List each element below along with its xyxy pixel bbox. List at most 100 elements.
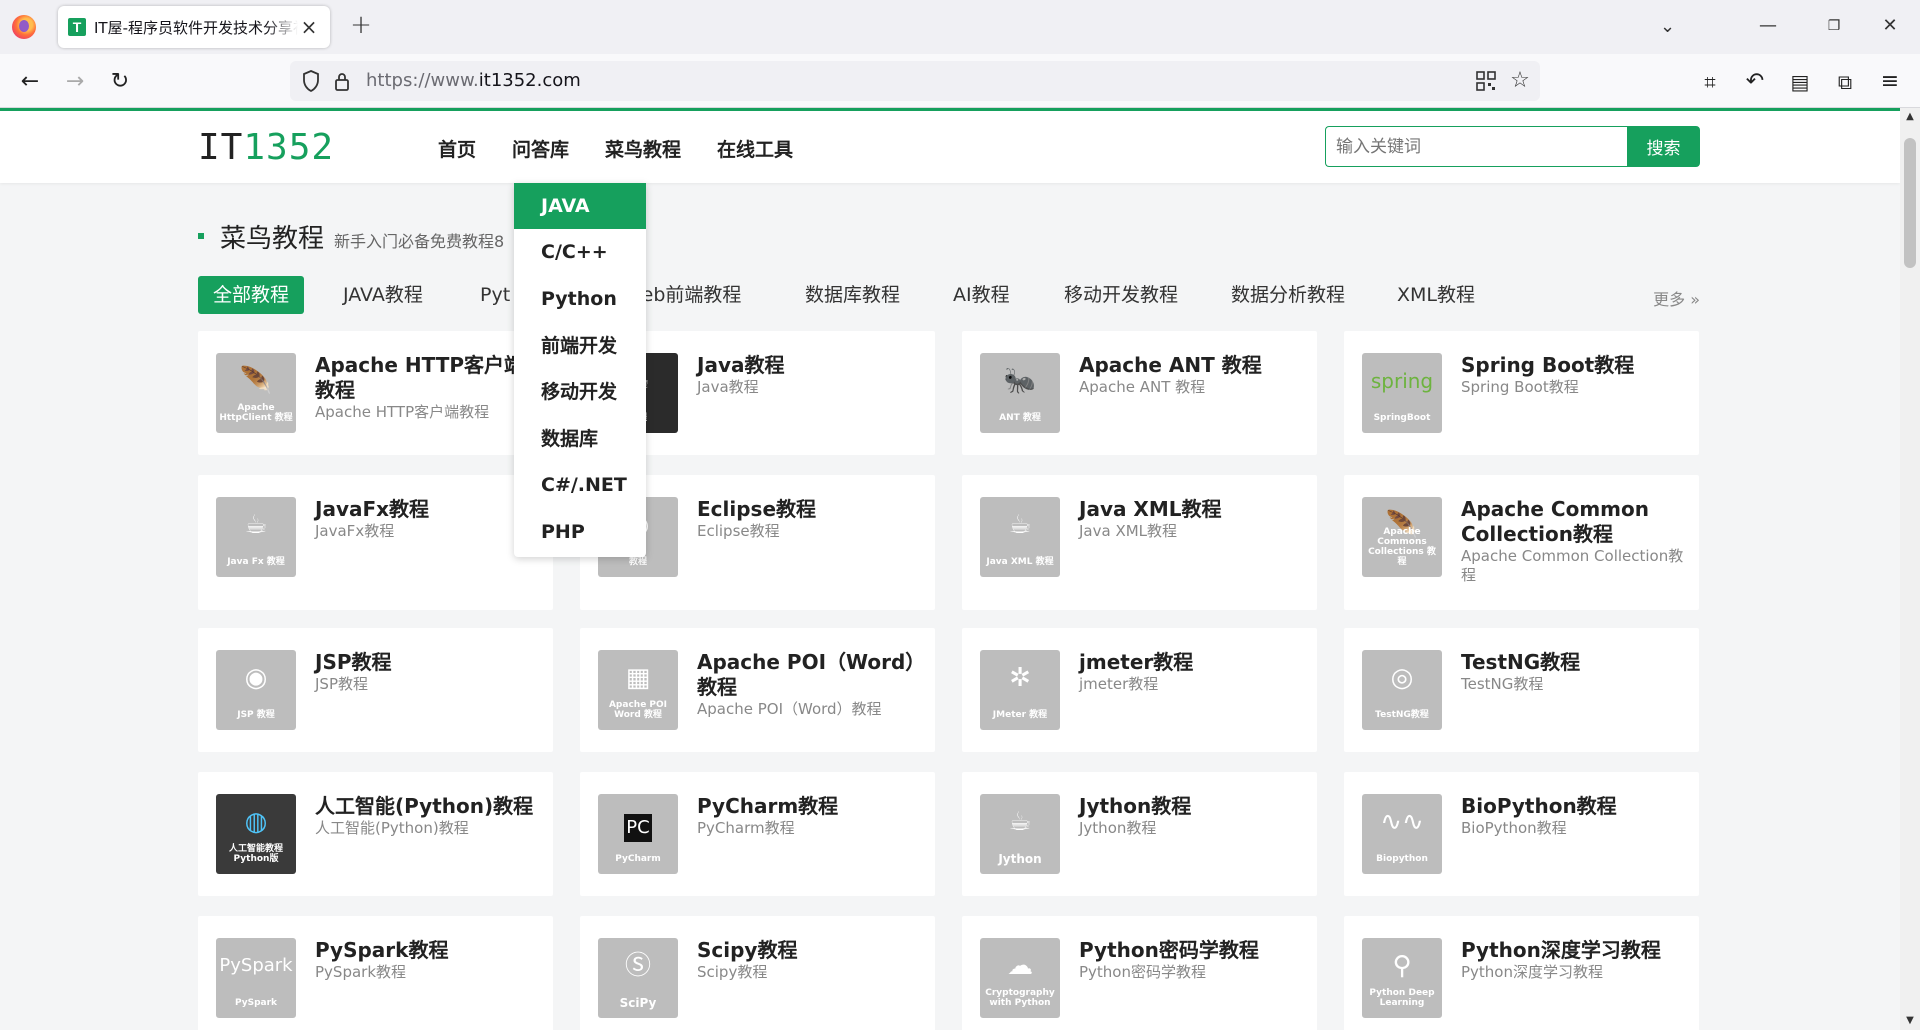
page-scrollbar[interactable]: ▲ ▼ [1900,108,1920,1030]
site-logo[interactable]: IT1352 [198,127,334,168]
menu-item-mobile[interactable]: 移动开发 [514,369,646,415]
search-button[interactable]: 搜索 [1627,126,1700,167]
filter-mobile[interactable]: 移动开发教程 [1064,276,1178,314]
url-bar[interactable]: https://www.it1352.com ☆ [290,61,1540,101]
filter-xml[interactable]: XML教程 [1397,276,1475,314]
reload-icon[interactable]: ↻ [105,67,135,97]
close-tab-icon[interactable]: × [298,16,320,38]
tutorial-card[interactable]: 🐜 ANT 教程 Apache ANT 教程 Apache ANT 教程 [962,331,1317,455]
undo-icon[interactable]: ↶ [1740,67,1770,97]
menu-item-java[interactable]: JAVA [514,183,646,229]
tutorial-card[interactable]: ◎ TestNG教程 TestNG教程 TestNG教程 [1344,628,1699,752]
main-nav: 首页 问答库 菜鸟教程 在线工具 [438,135,793,162]
tutorial-card[interactable]: Ⓢ SciPy Scipy教程 Scipy教程 [580,916,935,1030]
card-desc: Eclipse教程 [697,522,780,540]
tutorial-card[interactable]: ∿∿ Biopython BioPython教程 BioPython教程 [1344,772,1699,896]
card-desc: Apache Common Collection教程 [1461,547,1684,584]
tutorial-card[interactable]: ☕ Java XML 教程 Java XML教程 Java XML教程 [962,475,1317,610]
card-title[interactable]: Spring Boot教程 [1461,353,1686,378]
card-title[interactable]: PyCharm教程 [697,794,922,819]
card-title[interactable]: Apache Common Collection教程 [1461,497,1686,547]
more-link[interactable]: 更多 » [1653,286,1700,310]
scroll-down-icon[interactable]: ▼ [1900,1012,1920,1030]
forward-icon[interactable]: → [60,67,90,97]
list-tabs-icon[interactable]: ⌄ [1660,16,1675,37]
card-title[interactable]: Java XML教程 [1079,497,1304,522]
card-title[interactable]: JavaFx教程 [315,497,540,522]
screenshot-icon[interactable]: ⌗ [1695,67,1725,97]
filter-ai[interactable]: AI教程 [953,276,1010,314]
card-desc: Python密码学教程 [1079,963,1206,981]
filter-database[interactable]: 数据库教程 [805,276,900,314]
filter-all[interactable]: 全部教程 [198,276,305,314]
card-title[interactable]: Scipy教程 [697,938,922,963]
tutorial-card[interactable]: ◍ 人工智能教程 Python版 人工智能(Python)教程 人工智能(Pyth… [198,772,553,896]
url-text[interactable]: https://www.it1352.com [366,70,581,91]
firefox-icon[interactable] [12,15,36,39]
nav-qa[interactable]: 问答库 [512,135,569,162]
card-title[interactable]: PySpark教程 [315,938,540,963]
scroll-up-icon[interactable]: ▲ [1900,108,1920,126]
tutorial-card[interactable]: spring SpringBoot Spring Boot教程 Spring Bo… [1344,331,1699,455]
menu-item-database[interactable]: 数据库 [514,416,646,462]
menu-item-php[interactable]: PHP [514,509,646,555]
back-icon[interactable]: ← [15,67,45,97]
card-title[interactable]: Eclipse教程 [697,497,922,522]
pyspark-icon: PySpark PySpark [216,938,296,1018]
tutorial-card[interactable]: 🪶 Apache HttpClient 教程 Apache HTTP客户端教程 A… [198,331,553,455]
coffee-icon: ☕ Java Fx 教程 [216,497,296,577]
tutorial-card[interactable]: ✲ JMeter 教程 jmeter教程 jmeter教程 [962,628,1317,752]
menu-item-frontend[interactable]: 前端开发 [514,323,646,369]
card-title[interactable]: BioPython教程 [1461,794,1686,819]
browser-tab[interactable]: T IT屋-程序员软件开发技术分享社区 × [58,6,330,48]
extensions-icon[interactable]: ⧉ [1830,67,1860,97]
nav-home[interactable]: 首页 [438,135,476,162]
section-title: 菜鸟教程 [220,224,325,254]
tutorial-card[interactable]: PySpark PySpark PySpark教程 PySpark教程 [198,916,553,1030]
tutorial-card[interactable]: ☁ Cryptography with Python Python密码学教程 Py… [962,916,1317,1030]
card-title[interactable]: JSP教程 [315,650,540,675]
filter-data-analysis[interactable]: 数据分析教程 [1231,276,1345,314]
tutorial-card[interactable]: ◉ JSP 教程 JSP教程 JSP教程 [198,628,553,752]
brain-icon: ◍ 人工智能教程 Python版 [216,794,296,874]
card-title[interactable]: 人工智能(Python)教程 [315,794,540,819]
new-tab-icon[interactable]: + [348,12,374,39]
bookmark-star-icon[interactable]: ☆ [1508,69,1532,93]
card-title[interactable]: Jython教程 [1079,794,1304,819]
qa-dropdown-menu: JAVA C/C++ Python 前端开发 移动开发 数据库 C#/.NET … [514,183,646,557]
window-close-icon[interactable]: ✕ [1870,12,1910,40]
tutorial-card[interactable]: 🪶 Apache Commons Collections 教程 Apache Co… [1344,475,1699,610]
tutorial-card[interactable]: ☕ Jython Jython教程 Jython教程 [962,772,1317,896]
menu-icon[interactable]: ≡ [1875,67,1905,97]
search-input[interactable] [1325,126,1627,167]
card-desc: PySpark教程 [315,963,407,981]
restore-icon[interactable]: ❐ [1814,12,1854,40]
tutorial-card[interactable]: ☕ Java Fx 教程 JavaFx教程 JavaFx教程 [198,475,553,610]
minimize-icon[interactable]: — [1748,12,1788,40]
tutorial-card[interactable]: ⚲ Python Deep Learning Python深度学习教程 Pytho… [1344,916,1699,1030]
nav-tools[interactable]: 在线工具 [717,135,793,162]
menu-item-python[interactable]: Python [514,276,646,322]
card-title[interactable]: jmeter教程 [1079,650,1304,675]
deep-learning-icon: ⚲ Python Deep Learning [1362,938,1442,1018]
reader-icon[interactable]: ▤ [1785,67,1815,97]
card-title[interactable]: Java教程 [697,353,922,378]
card-title[interactable]: TestNG教程 [1461,650,1686,675]
nav-tutorials[interactable]: 菜鸟教程 [605,135,681,162]
menu-item-cpp[interactable]: C/C++ [514,229,646,275]
card-title[interactable]: Apache ANT 教程 [1079,353,1304,378]
lock-icon[interactable] [334,71,350,91]
filter-java[interactable]: JAVA教程 [343,276,423,314]
tutorial-card[interactable]: ▦ Apache POI Word 教程 Apache POI（Word）教程 A… [580,628,935,752]
filter-python[interactable]: Pyt [480,276,510,314]
tutorial-card[interactable]: PC PyCharm PyCharm教程 PyCharm教程 [580,772,935,896]
card-title[interactable]: Python深度学习教程 [1461,938,1686,963]
jsp-icon: ◉ JSP 教程 [216,650,296,730]
scroll-thumb[interactable] [1904,138,1916,268]
card-title[interactable]: Python密码学教程 [1079,938,1304,963]
menu-item-csharp[interactable]: C#/.NET [514,462,646,508]
qr-code-icon[interactable] [1476,71,1496,91]
shield-icon[interactable] [302,70,320,92]
card-title[interactable]: Apache HTTP客户端教程 [315,353,540,403]
card-title[interactable]: Apache POI（Word）教程 [697,650,922,700]
